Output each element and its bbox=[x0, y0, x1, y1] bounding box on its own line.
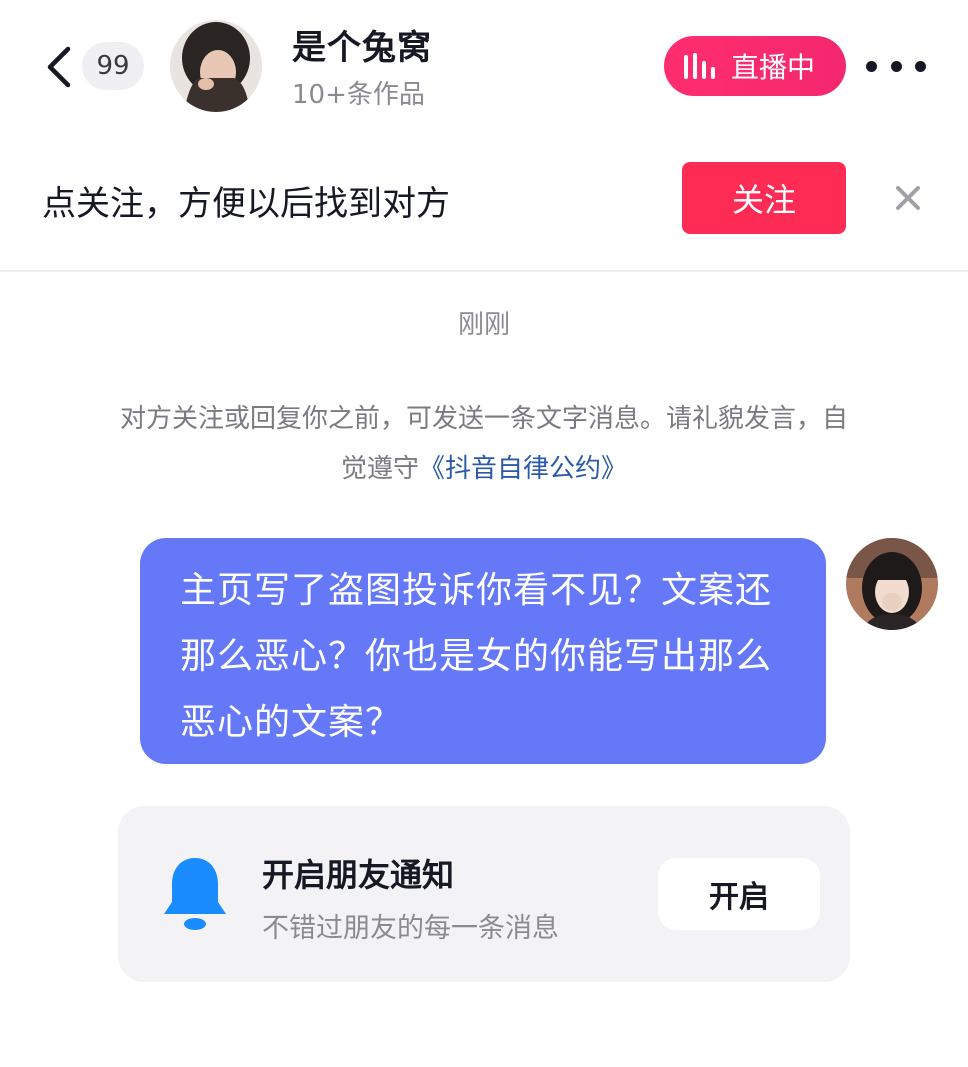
works-count: 10+条作品 bbox=[292, 80, 425, 110]
more-options-button[interactable] bbox=[866, 52, 926, 80]
live-label: 直播中 bbox=[731, 51, 816, 84]
contact-name[interactable]: 是个兔窝 bbox=[292, 20, 432, 69]
more-dot bbox=[890, 60, 902, 72]
follow-button[interactable]: 关注 bbox=[682, 162, 846, 234]
more-dots-icon bbox=[866, 60, 877, 72]
enable-notification-button[interactable]: 开启 bbox=[658, 858, 820, 930]
message-timestamp: 刚刚 bbox=[457, 310, 510, 340]
live-badge[interactable]: 直播中 bbox=[664, 36, 846, 96]
chat-header: 99 是个兔窝 10+条作品 直播中 bbox=[0, 0, 968, 135]
messaging-notice: 对方关注或回复你之前，可发送一条文字消息。请礼貌发言，自觉遵守《抖音自律公约》 bbox=[120, 394, 848, 494]
my-avatar[interactable] bbox=[846, 538, 938, 630]
close-icon bbox=[896, 186, 920, 210]
contact-avatar[interactable] bbox=[170, 20, 262, 112]
community-rules-link[interactable]: 《抖音自律公约》 bbox=[419, 454, 627, 484]
friend-notification-card: 开启朋友通知 不错过朋友的每一条消息 开启 bbox=[118, 806, 850, 982]
card-title: 开启朋友通知 bbox=[262, 856, 455, 894]
bell-icon bbox=[164, 858, 226, 930]
back-button[interactable] bbox=[44, 44, 80, 90]
more-dot bbox=[915, 60, 926, 72]
live-bars-icon bbox=[684, 53, 715, 79]
card-subtitle: 不错过朋友的每一条消息 bbox=[262, 913, 559, 944]
close-follow-prompt-button[interactable] bbox=[890, 180, 926, 216]
sent-message-bubble[interactable]: 主页写了盗图投诉你看不见？文案还那么恶心？你也是女的你能写出那么恶心的文案？ bbox=[140, 538, 826, 764]
chevron-left-icon bbox=[47, 46, 71, 88]
follow-prompt-text: 点关注，方便以后找到对方 bbox=[42, 184, 450, 224]
unread-count-badge: 99 bbox=[82, 42, 144, 90]
follow-prompt-bar: 点关注，方便以后找到对方 关注 bbox=[0, 140, 968, 272]
